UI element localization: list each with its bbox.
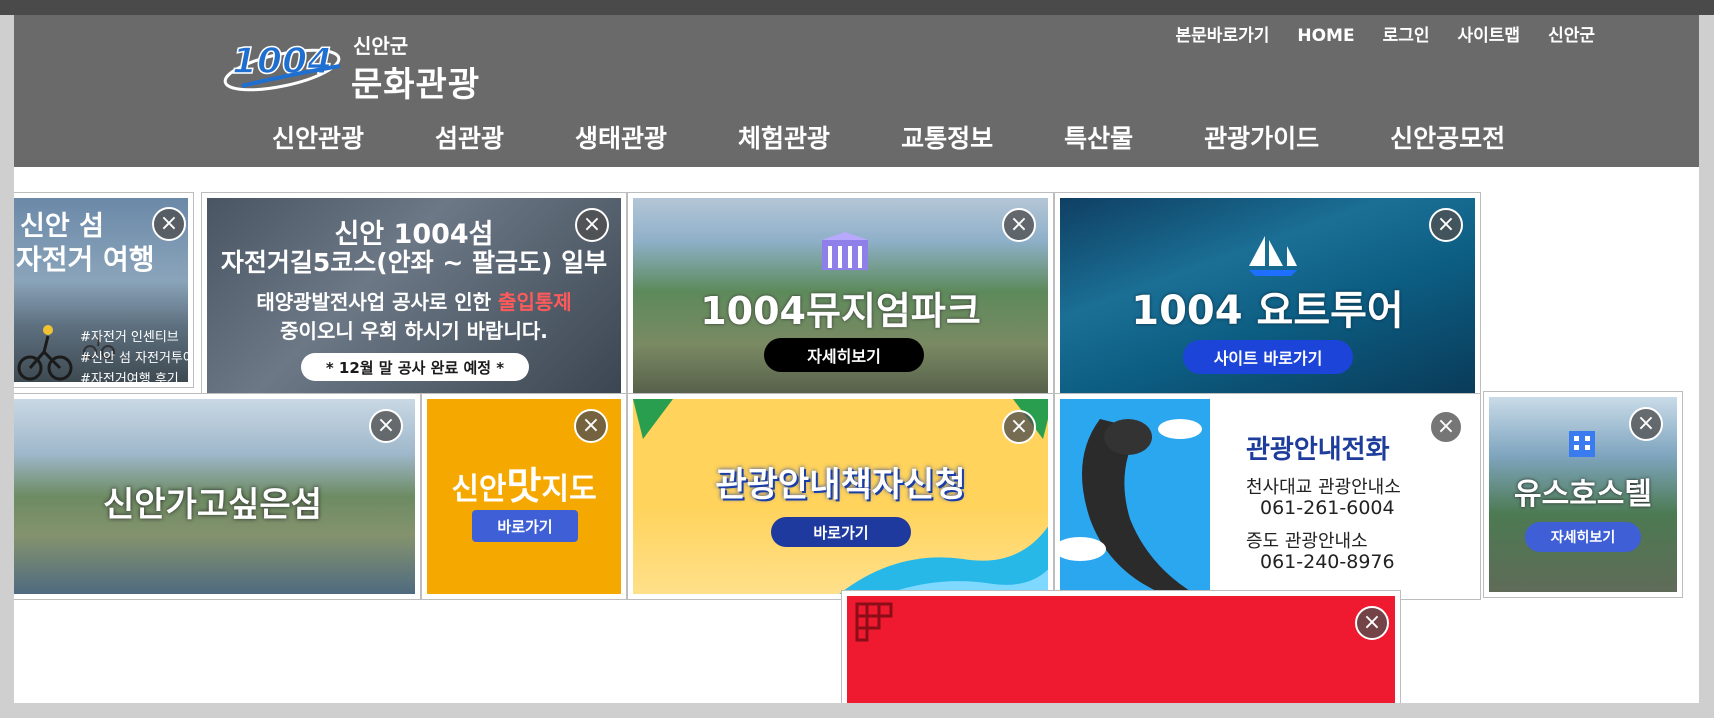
nav-item-experience-tour[interactable]: 체험관광 (738, 119, 830, 159)
logo-subtitle: 신안군 (353, 34, 409, 58)
food-go-button[interactable]: 바로가기 (472, 510, 578, 542)
site-header: 1004 신안군 문화관광 본문바로가기 HOME 로그인 사이트맵 신안군 신… (14, 15, 1699, 167)
phone-item-2-number: 061-240-8976 (1260, 551, 1395, 573)
top-strip (0, 0, 1714, 15)
close-icon[interactable]: × (1429, 208, 1463, 242)
phone-item-2-name: 증도 관광안내소 (1246, 531, 1368, 552)
museum-icon (822, 232, 868, 270)
util-link-sinan[interactable]: 신안군 (1548, 21, 1595, 51)
site-logo[interactable]: 1004 신안군 문화관광 (222, 23, 512, 105)
bike-tag-3: #자전거여행 후기 (80, 372, 179, 382)
banner-bike-road-notice[interactable]: 신안 1004섬 자전거길5코스(안좌 ~ 팔금도) 일부 태양광발전사업 공사… (201, 192, 627, 399)
bike-tag-1: #자전거 인센티브 (80, 330, 179, 345)
yacht-site-button[interactable]: 사이트 바로가기 (1183, 340, 1353, 374)
nav-item-specialty[interactable]: 특산물 (1064, 119, 1133, 159)
banner-islands-to-visit[interactable]: 신안가고싶은섬 × (14, 393, 421, 600)
banner-red-partial[interactable]: × (841, 590, 1401, 703)
nav-item-eco-tour[interactable]: 생태관광 (575, 119, 667, 159)
nav-item-island-tour[interactable]: 섬관광 (435, 119, 504, 159)
nav-item-sinan-tour[interactable]: 신안관광 (272, 119, 364, 159)
close-icon[interactable]: × (1002, 208, 1036, 242)
phone-icon (1060, 399, 1210, 594)
banner-youth-hostel[interactable]: 유스호스텔 자세히보기 × (1483, 391, 1683, 598)
nav-item-traffic[interactable]: 교통정보 (901, 119, 993, 159)
close-icon[interactable]: × (1429, 410, 1463, 444)
phone-item-1-name: 천사대교 관광안내소 (1246, 477, 1401, 498)
nav-item-guide[interactable]: 관광가이드 (1204, 119, 1319, 159)
yacht-title: 1004 요트투어 (1131, 288, 1404, 334)
banner-bike-travel[interactable]: 신안 섬 자전거 여행 #자전거 인센티브 #신안 섬 자전거투어 #자전거여행… (14, 192, 194, 388)
close-icon[interactable]: × (152, 207, 186, 241)
bike-title-2: 자전거 여행 (16, 243, 155, 276)
road-title-2: 자전거길5코스(안좌 ~ 팔금도) 일부 (220, 248, 608, 277)
main-nav: 신안관광 섬관광 생태관광 체험관광 교통정보 특산물 관광가이드 신안공모전 (272, 119, 1505, 159)
hotel-icon (1569, 431, 1595, 457)
nav-item-contest[interactable]: 신안공모전 (1390, 119, 1505, 159)
close-icon[interactable]: × (369, 409, 403, 443)
close-icon[interactable]: × (574, 409, 608, 443)
hostel-detail-button[interactable]: 자세히보기 (1525, 522, 1641, 552)
sailboat-icon (1249, 236, 1297, 276)
close-icon[interactable]: × (1355, 606, 1389, 640)
guidebook-go-button[interactable]: 바로가기 (771, 517, 911, 547)
util-link-login[interactable]: 로그인 (1383, 21, 1430, 51)
museum-detail-button[interactable]: 자세히보기 (764, 338, 924, 372)
museum-title: 1004뮤지엄파크 (700, 289, 981, 333)
banner-museum-park[interactable]: 1004뮤지엄파크 자세히보기 × (627, 192, 1054, 399)
close-icon[interactable]: × (1629, 407, 1663, 441)
banner-yacht-tour[interactable]: 1004 요트투어 사이트 바로가기 × (1054, 192, 1481, 399)
islands-title: 신안가고싶은섬 (103, 485, 322, 525)
page: 1004 신안군 문화관광 본문바로가기 HOME 로그인 사이트맵 신안군 신… (14, 15, 1699, 703)
phone-title: 관광안내전화 (1246, 435, 1390, 465)
logo-title: 문화관광 (351, 65, 481, 105)
util-link-home[interactable]: HOME (1297, 21, 1354, 51)
road-note-badge: * 12월 말 공사 완료 예정 * (301, 353, 529, 381)
hostel-title: 유스호스텔 (1514, 477, 1652, 512)
banner-tourist-phone[interactable]: 관광안내전화 천사대교 관광안내소 061-261-6004 증도 관광안내소 … (1054, 393, 1481, 600)
pattern-icon (855, 602, 893, 642)
phone-item-1-number: 061-261-6004 (1260, 497, 1395, 519)
close-icon[interactable]: × (1002, 410, 1036, 444)
logo-1004-icon: 1004 (223, 40, 341, 92)
food-title: 신안맛지도 (451, 464, 597, 508)
util-link-sitemap[interactable]: 사이트맵 (1458, 21, 1521, 51)
banner-food-map[interactable]: 신안맛지도 바로가기 × (421, 393, 627, 600)
bike-tag-2: #신안 섬 자전거투어 (80, 351, 188, 366)
guidebook-title: 관광안내책자신청 (715, 465, 966, 505)
utility-nav: 본문바로가기 HOME 로그인 사이트맵 신안군 (1176, 21, 1595, 51)
banner-guidebook-request[interactable]: 관광안내책자신청 바로가기 × (627, 393, 1054, 600)
road-line-2: 중이오니 우회 하시기 바랍니다. (280, 319, 548, 343)
close-icon[interactable]: × (575, 208, 609, 242)
road-line-1: 태양광발전사업 공사로 인한 출입통제 (256, 290, 572, 314)
util-link-skip[interactable]: 본문바로가기 (1176, 21, 1270, 51)
